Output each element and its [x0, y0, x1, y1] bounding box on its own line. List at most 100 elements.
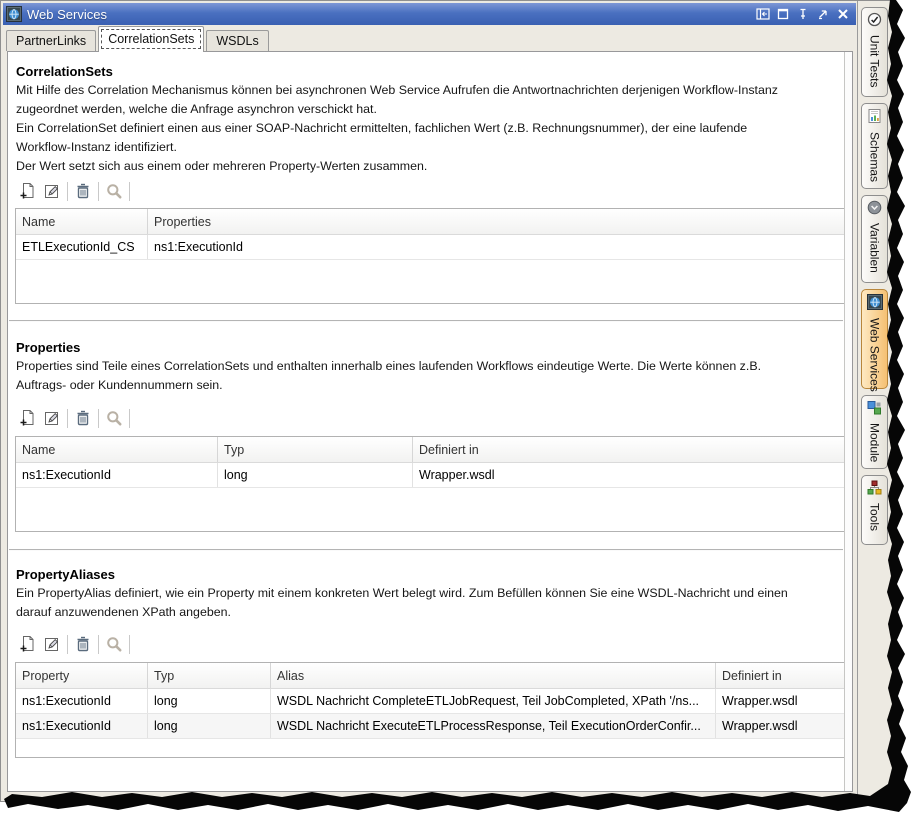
column-header: Name: [16, 209, 148, 234]
toolbar-separator: [67, 409, 68, 428]
correlationsets-panel: CorrelationSets Mit Hilfe des Correlatio…: [7, 51, 853, 792]
side-tab-strip: Unit Tests Schemas Variablen Web Service…: [857, 1, 895, 803]
unit-tests-icon: [867, 12, 882, 32]
tab-bar: PartnerLinks CorrelationSets WSDLs: [3, 25, 856, 51]
schemas-icon: [867, 108, 882, 129]
new-item-icon[interactable]: [16, 406, 40, 430]
new-item-icon[interactable]: [16, 179, 40, 203]
search-icon[interactable]: [102, 632, 126, 656]
vertical-scrollbar[interactable]: [844, 52, 852, 791]
toolbar-separator: [129, 409, 130, 428]
table-header-row: Property Typ Alias Definiert in: [16, 663, 844, 689]
toolbar-separator: [98, 635, 99, 654]
sidebar-item-unit-tests[interactable]: Unit Tests: [861, 7, 888, 97]
modules-icon: [867, 400, 882, 420]
toolbar-separator: [129, 182, 130, 201]
sidebar-item-web-services[interactable]: Web Services: [861, 289, 888, 389]
table-cell: ETLExecutionId_CS: [16, 235, 148, 259]
section-divider: [9, 549, 843, 551]
table-row[interactable]: ETLExecutionId_CS ns1:ExecutionId: [16, 235, 844, 260]
delete-item-icon[interactable]: [71, 632, 95, 656]
section-description: Mit Hilfe des Correlation Mechanismus kö…: [16, 81, 840, 179]
toolbar-separator: [98, 182, 99, 201]
sidebar-item-label: Unit Tests: [868, 35, 882, 87]
propertyaliases-toolbar: [16, 632, 133, 656]
table-cell: Wrapper.wsdl: [716, 714, 844, 738]
sidebar-item-schemas[interactable]: Schemas: [861, 103, 888, 189]
section-heading-correlationsets: CorrelationSets: [16, 64, 113, 79]
table-row[interactable]: ns1:ExecutionId long WSDL Nachricht Comp…: [16, 689, 844, 714]
dock-left-icon[interactable]: [756, 8, 770, 21]
toolbar-separator: [129, 635, 130, 654]
column-header: Properties: [148, 209, 844, 234]
table-cell: Wrapper.wsdl: [716, 689, 844, 713]
screenshot-canvas: Web Services: [0, 0, 917, 817]
tab-label: CorrelationSets: [108, 32, 194, 46]
column-header: Alias: [271, 663, 716, 688]
search-icon[interactable]: [102, 179, 126, 203]
sidebar-item-variablen[interactable]: Variablen: [861, 195, 888, 283]
table-cell: long: [218, 463, 413, 487]
edit-item-icon[interactable]: [40, 632, 64, 656]
table-row[interactable]: ns1:ExecutionId long Wrapper.wsdl: [16, 463, 844, 488]
table-cell: WSDL Nachricht ExecuteETLProcessResponse…: [271, 714, 716, 738]
tab-partnerlinks[interactable]: PartnerLinks: [6, 30, 96, 51]
tab-wsdls[interactable]: WSDLs: [206, 30, 268, 51]
column-header: Name: [16, 437, 218, 462]
delete-item-icon[interactable]: [71, 406, 95, 430]
search-icon[interactable]: [102, 406, 126, 430]
table-cell: ns1:ExecutionId: [16, 689, 148, 713]
edit-item-icon[interactable]: [40, 179, 64, 203]
column-header: Typ: [148, 663, 271, 688]
table-cell: ns1:ExecutionId: [16, 714, 148, 738]
variables-icon: [867, 200, 882, 220]
window-title: Web Services: [27, 7, 107, 22]
section-description: Properties sind Teile eines CorrelationS…: [16, 357, 840, 397]
window-controls: [756, 8, 856, 21]
sidebar-item-label: Tools: [868, 503, 882, 531]
sidebar-item-tools[interactable]: Tools: [861, 475, 888, 545]
table-row[interactable]: ns1:ExecutionId long WSDL Nachricht Exec…: [16, 714, 844, 739]
section-heading-properties: Properties: [16, 340, 80, 355]
section-description: Ein PropertyAlias definiert, wie ein Pro…: [16, 584, 840, 624]
table-cell: ns1:ExecutionId: [16, 463, 218, 487]
sidebar-item-module[interactable]: Module: [861, 395, 888, 469]
edit-item-icon[interactable]: [40, 406, 64, 430]
toolbar-separator: [67, 182, 68, 201]
web-services-window: Web Services: [0, 0, 894, 802]
column-header: Definiert in: [716, 663, 844, 688]
table-cell: Wrapper.wsdl: [413, 463, 844, 487]
table-header-row: Name Properties: [16, 209, 844, 235]
toolbar-separator: [67, 635, 68, 654]
column-header: Definiert in: [413, 437, 844, 462]
float-icon[interactable]: [816, 8, 830, 21]
properties-toolbar: [16, 406, 133, 430]
maximize-icon[interactable]: [776, 8, 790, 21]
table-cell: long: [148, 689, 271, 713]
close-icon[interactable]: [836, 8, 850, 21]
column-header: Typ: [218, 437, 413, 462]
new-item-icon[interactable]: [16, 632, 40, 656]
section-heading-propertyaliases: PropertyAliases: [16, 567, 115, 582]
sidebar-item-label: Variablen: [868, 223, 882, 273]
tab-correlationsets[interactable]: CorrelationSets: [98, 26, 204, 52]
tools-icon: [867, 480, 882, 500]
web-services-icon: [867, 294, 883, 315]
delete-item-icon[interactable]: [71, 179, 95, 203]
section-divider: [9, 320, 843, 322]
tab-label: WSDLs: [216, 34, 258, 48]
table-cell: WSDL Nachricht CompleteETLJobRequest, Te…: [271, 689, 716, 713]
correlationsets-table: Name Properties ETLExecutionId_CS ns1:Ex…: [15, 208, 845, 304]
column-header: Property: [16, 663, 148, 688]
toolbar-separator: [98, 409, 99, 428]
properties-table: Name Typ Definiert in ns1:ExecutionId lo…: [15, 436, 845, 532]
sidebar-item-label: Schemas: [868, 132, 882, 182]
title-bar: Web Services: [3, 3, 856, 25]
table-cell: long: [148, 714, 271, 738]
table-header-row: Name Typ Definiert in: [16, 437, 844, 463]
sidebar-item-label: Web Services: [868, 318, 882, 392]
sidebar-item-label: Module: [868, 423, 882, 462]
table-cell: ns1:ExecutionId: [148, 235, 844, 259]
tab-label: PartnerLinks: [16, 34, 86, 48]
pin-icon[interactable]: [796, 8, 810, 21]
